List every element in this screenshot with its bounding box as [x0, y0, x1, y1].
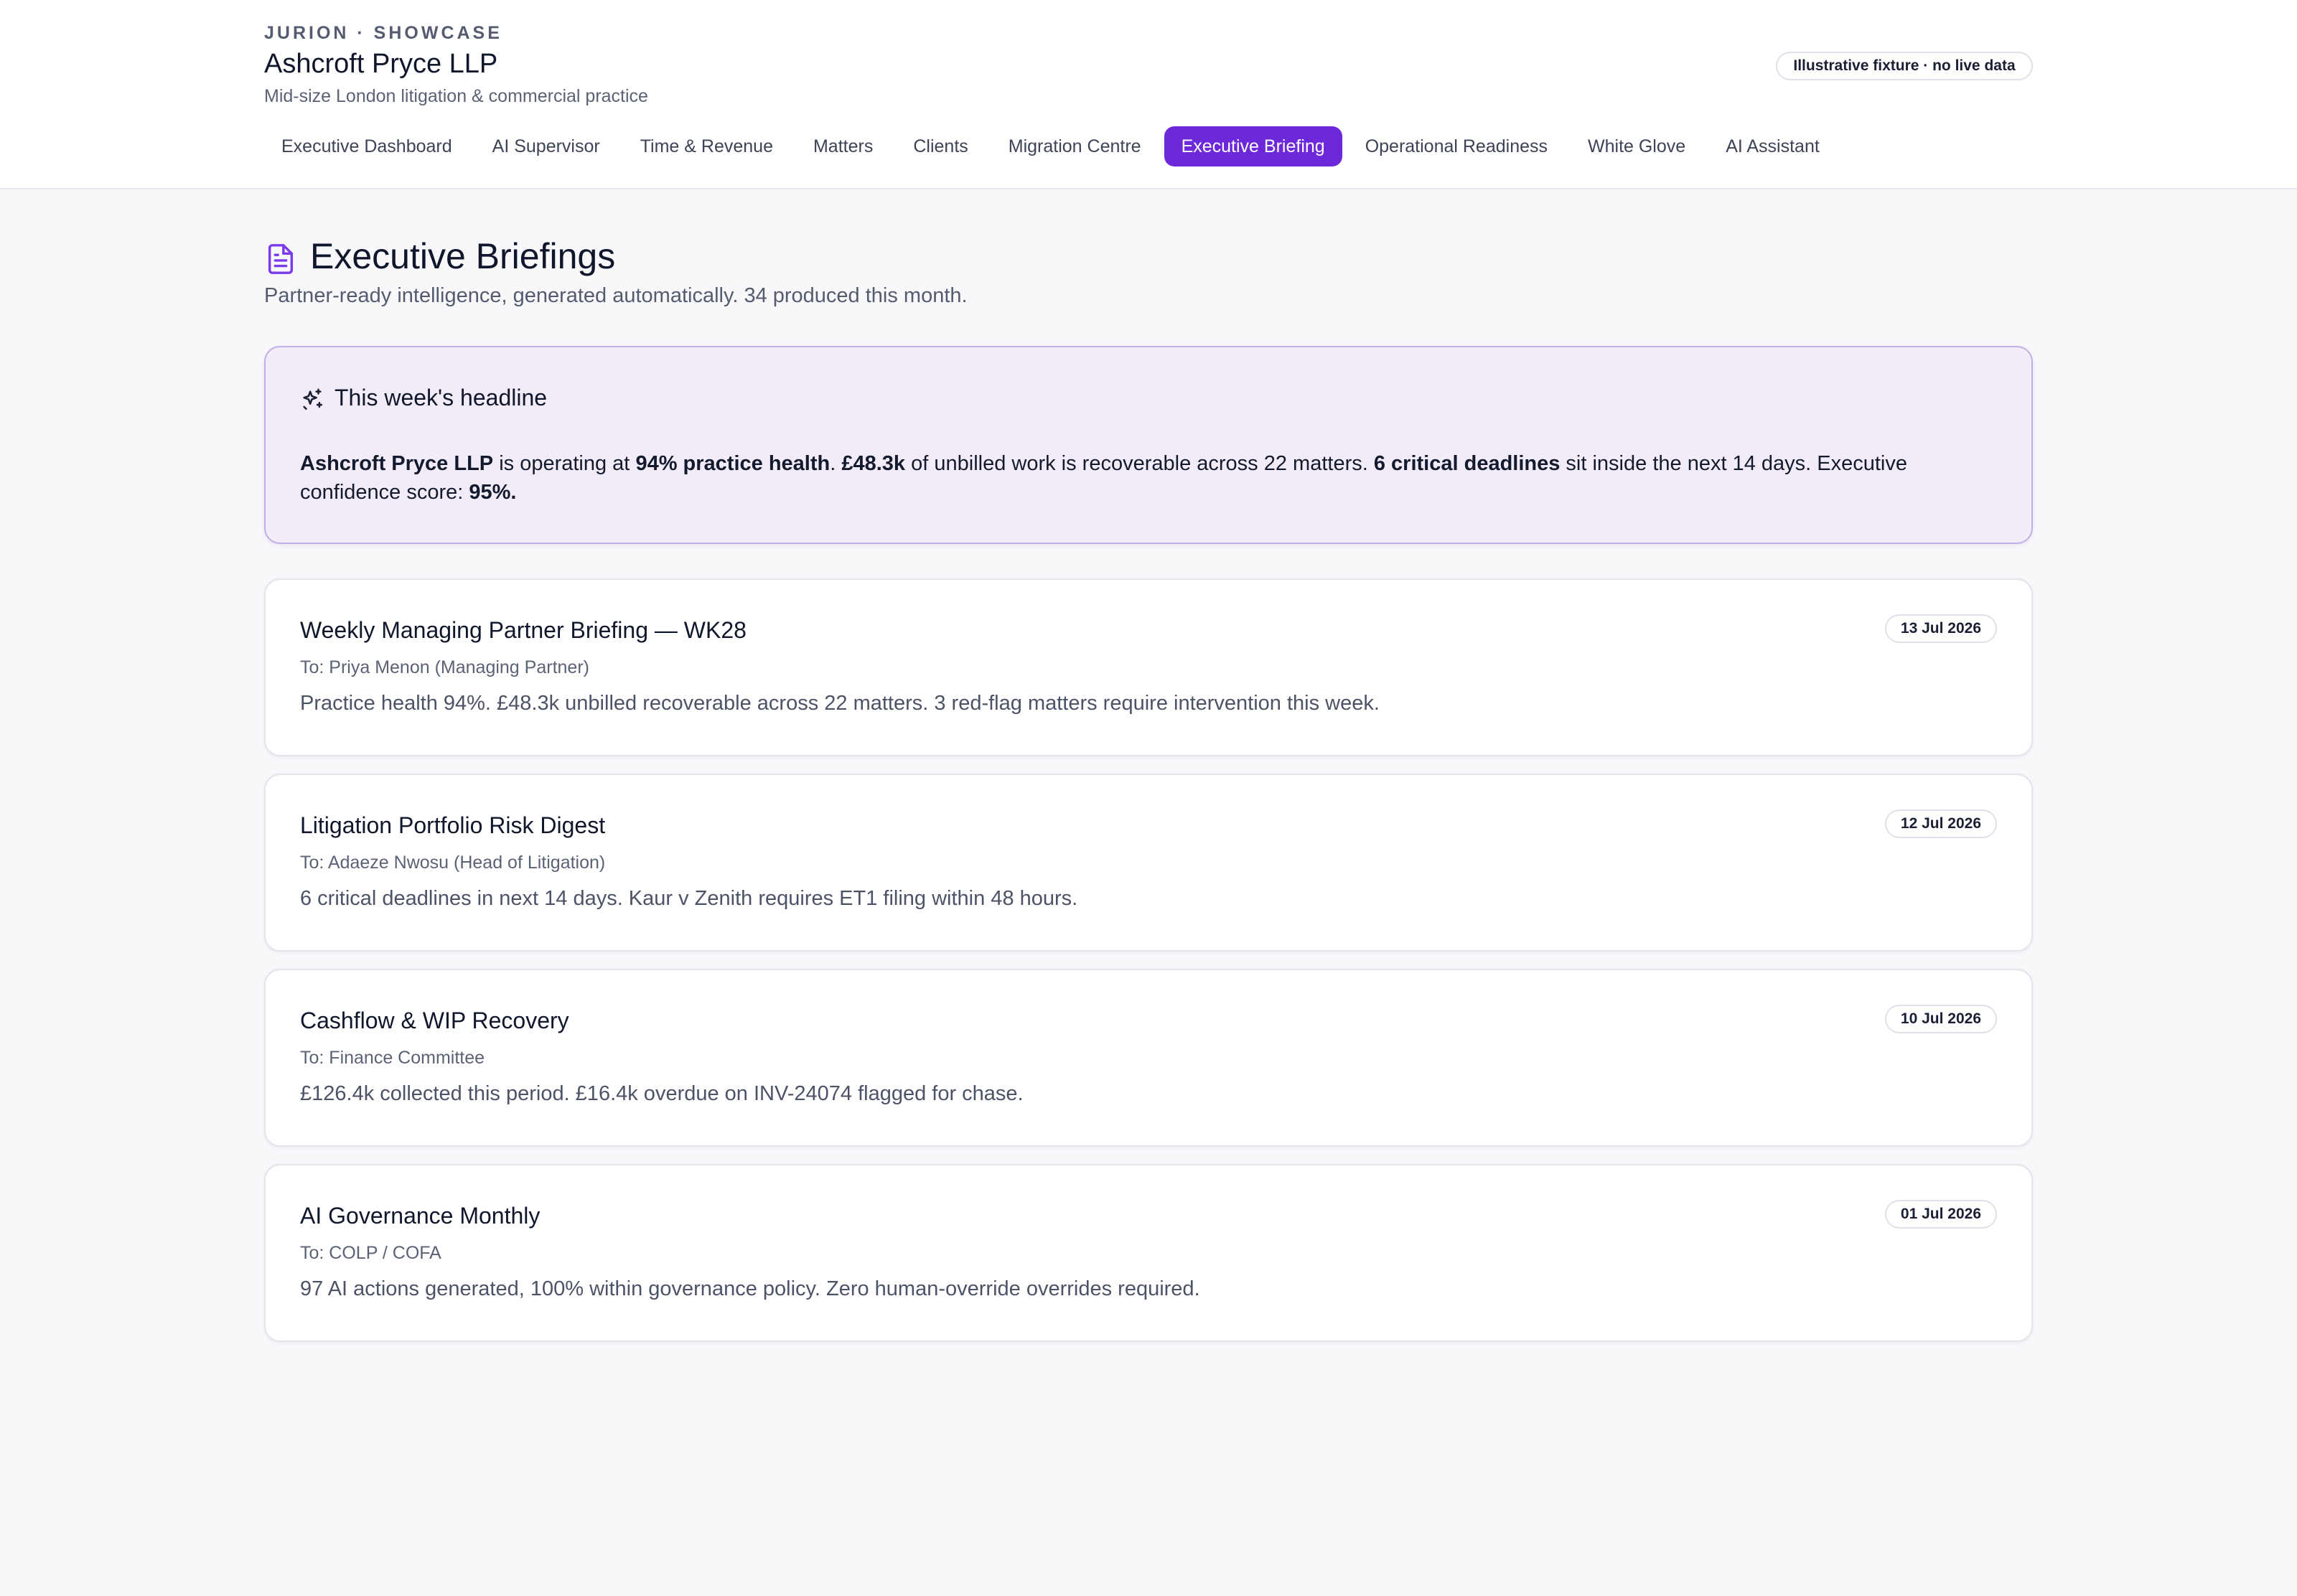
- briefing-title: Weekly Managing Partner Briefing — WK28: [300, 617, 747, 643]
- briefing-summary: Practice health 94%. £48.3k unbilled rec…: [300, 692, 1380, 715]
- brand-eyebrow: JURION · SHOWCASE: [264, 23, 502, 43]
- headline-card: This week's headline Ashcroft Pryce LLP …: [264, 346, 2033, 544]
- tab-operational-readiness[interactable]: Operational Readiness: [1348, 126, 1565, 166]
- tab-executive-dashboard[interactable]: Executive Dashboard: [264, 126, 469, 166]
- briefing-recipient: To: Priya Menon (Managing Partner): [300, 657, 589, 677]
- headline-heading: This week's headline: [335, 385, 548, 410]
- headline-text-part: .: [830, 452, 842, 475]
- briefing-title: Litigation Portfolio Risk Digest: [300, 812, 606, 838]
- page-title: Executive Briefings: [310, 236, 616, 276]
- briefing-recipient: To: Finance Committee: [300, 1048, 485, 1068]
- firm-description: Mid-size London litigation & commercial …: [264, 86, 648, 106]
- headline-confidence: 95%: [469, 481, 511, 504]
- briefing-title: Cashflow & WIP Recovery: [300, 1008, 569, 1033]
- headline-firm: Ashcroft Pryce LLP: [300, 452, 494, 475]
- briefing-recipient: To: Adaeze Nwosu (Head of Litigation): [300, 853, 606, 873]
- tab-clients[interactable]: Clients: [896, 126, 985, 166]
- briefing-card[interactable]: Cashflow & WIP Recovery To: Finance Comm…: [264, 969, 2033, 1147]
- briefing-summary: 97 AI actions generated, 100% within gov…: [300, 1277, 1200, 1300]
- tab-time-revenue[interactable]: Time & Revenue: [623, 126, 790, 166]
- tab-migration-centre[interactable]: Migration Centre: [991, 126, 1159, 166]
- firm-name: Ashcroft Pryce LLP: [264, 49, 498, 79]
- briefing-card[interactable]: Litigation Portfolio Risk Digest To: Ada…: [264, 774, 2033, 952]
- fixture-badge: Illustrative fixture · no live data: [1776, 52, 2033, 80]
- headline-health: 94% practice health: [635, 452, 831, 475]
- headline-text-part: of unbilled work is recoverable across 2…: [905, 452, 1374, 475]
- document-icon: [268, 244, 294, 274]
- tab-white-glove[interactable]: White Glove: [1571, 126, 1703, 166]
- briefing-recipient: To: COLP / COFA: [300, 1243, 441, 1263]
- headline-deadlines: 6 critical deadlines: [1373, 452, 1561, 475]
- briefing-date-badge: 10 Jul 2026: [1884, 1005, 1997, 1033]
- tab-ai-assistant[interactable]: AI Assistant: [1708, 126, 1837, 166]
- briefing-date-badge: 01 Jul 2026: [1884, 1200, 1997, 1229]
- briefing-summary: 6 critical deadlines in next 14 days. Ka…: [300, 887, 1078, 910]
- tab-ai-supervisor[interactable]: AI Supervisor: [475, 126, 617, 166]
- headline-text: Ashcroft Pryce LLP is operating at 94% p…: [300, 449, 2008, 507]
- briefing-card[interactable]: Weekly Managing Partner Briefing — WK28 …: [264, 578, 2033, 756]
- tab-executive-briefing[interactable]: Executive Briefing: [1164, 126, 1342, 166]
- headline-text-part: is operating at: [493, 452, 636, 475]
- briefing-date-badge: 13 Jul 2026: [1884, 614, 1997, 643]
- page-subtitle: Partner-ready intelligence, generated au…: [264, 284, 968, 307]
- headline-unbilled: £48.3k: [841, 452, 906, 475]
- headline-text-end: .: [510, 481, 517, 504]
- briefing-title: AI Governance Monthly: [300, 1203, 541, 1229]
- main-nav: Executive Dashboard AI Supervisor Time &…: [264, 126, 1837, 166]
- sparkles-icon: [303, 388, 323, 410]
- briefing-summary: £126.4k collected this period. £16.4k ov…: [300, 1082, 1024, 1105]
- briefing-date-badge: 12 Jul 2026: [1884, 809, 1997, 838]
- top-header: JURION · SHOWCASE Ashcroft Pryce LLP Mid…: [0, 0, 2297, 189]
- tab-matters[interactable]: Matters: [796, 126, 890, 166]
- briefing-card[interactable]: AI Governance Monthly To: COLP / COFA 97…: [264, 1164, 2033, 1342]
